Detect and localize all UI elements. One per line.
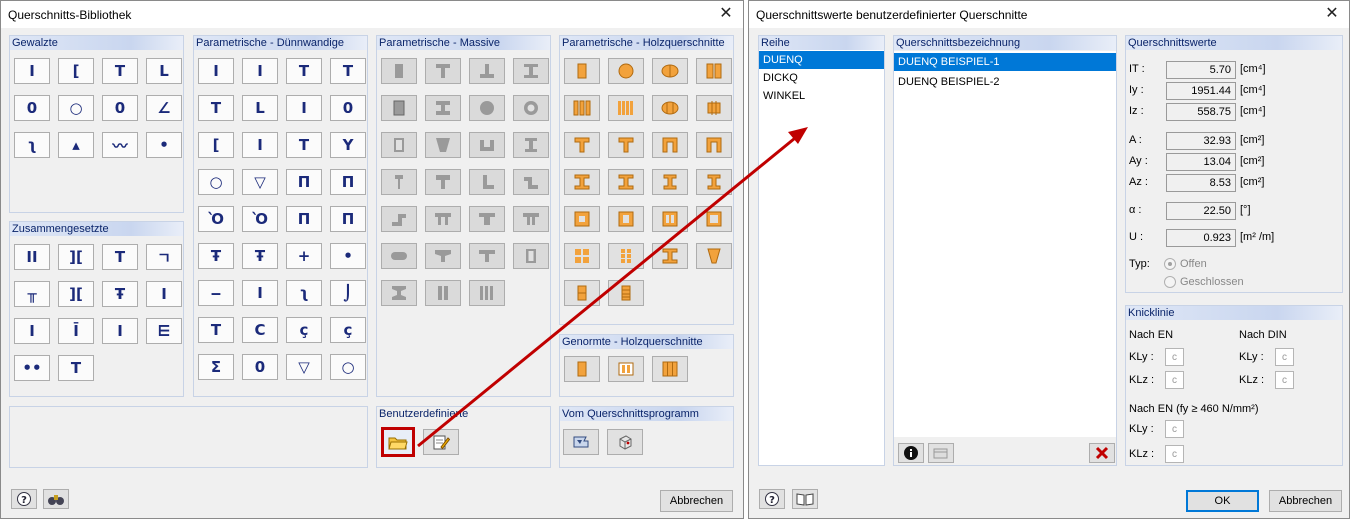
- arrow-line: [417, 132, 801, 448]
- annotation-arrow: [417, 127, 808, 448]
